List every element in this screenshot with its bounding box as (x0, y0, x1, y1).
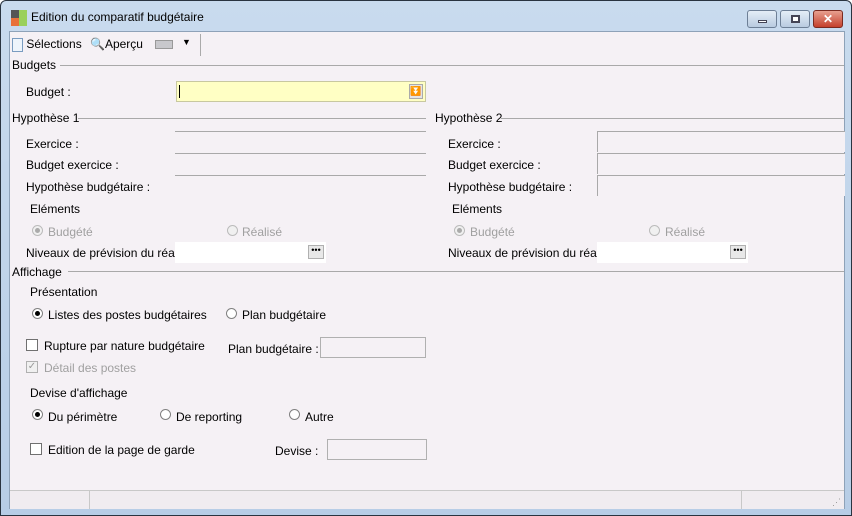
apercu-button[interactable]: 🔍Aperçu (90, 37, 143, 51)
detail-label: Détail des postes (44, 361, 137, 375)
h1-exercice-label: Exercice : (26, 137, 79, 151)
reporting-radio[interactable] (160, 409, 171, 420)
printer-icon (155, 40, 173, 49)
budgets-section-title: Budgets (12, 58, 57, 72)
divider (501, 118, 844, 119)
ellipsis-button[interactable]: ••• (308, 245, 324, 259)
close-button[interactable]: ✕ (813, 10, 843, 28)
resize-grip-icon[interactable]: ⋰ (744, 491, 844, 509)
reporting-label: De reporting (176, 410, 243, 424)
status-panel (90, 491, 742, 509)
h2-exercice-label: Exercice : (448, 137, 501, 151)
h1-niveaux-label: Niveaux de prévision du réalisé (26, 246, 193, 260)
ellipsis-button[interactable]: ••• (730, 245, 746, 259)
devise-field[interactable] (327, 439, 427, 460)
h1-realise-label: Réalisé (242, 225, 283, 239)
divider (68, 271, 844, 272)
page-garde-label: Edition de la page de garde (48, 443, 195, 457)
h2-niveaux-field[interactable]: ••• (597, 242, 748, 263)
h2-hypothese-label: Hypothèse budgétaire : (448, 180, 573, 194)
presentation-label: Présentation (30, 285, 98, 299)
detail-checkbox[interactable]: ✓ (26, 361, 38, 373)
h2-realise-label: Réalisé (665, 225, 706, 239)
status-bar: ⋰ (10, 490, 844, 509)
listes-label: Listes des postes budgétaires (48, 308, 207, 322)
autre-radio[interactable] (289, 409, 300, 420)
devise-section-label: Devise d'affichage (30, 386, 128, 400)
print-dropdown-icon[interactable]: ▼ (182, 37, 191, 47)
h2-exercice-field[interactable] (597, 131, 845, 152)
autre-label: Autre (305, 410, 334, 424)
plan-budgetaire-field[interactable] (320, 337, 426, 358)
app-logo-icon (11, 10, 27, 26)
h1-hypothese-label: Hypothèse budgétaire : (26, 180, 151, 194)
h2-budget-exercice-label: Budget exercice : (448, 158, 541, 172)
h1-budgete-label: Budgété (48, 225, 93, 239)
minimize-button[interactable] (747, 10, 777, 28)
listes-radio[interactable] (32, 308, 43, 319)
h1-elements-label: Eléments (30, 202, 81, 216)
devise-label: Devise : (275, 444, 319, 458)
window: Edition du comparatif budgétaire ✕ Sélec… (0, 0, 852, 516)
h2-budget-exercice-field[interactable] (597, 153, 845, 174)
window-title: Edition du comparatif budgétaire (31, 10, 204, 24)
double-chevron-down-icon[interactable]: ⏬ (409, 84, 423, 99)
rupture-label: Rupture par nature budgétaire (44, 339, 205, 353)
h1-budgete-radio[interactable] (32, 225, 43, 236)
rupture-checkbox[interactable] (26, 339, 38, 351)
h2-niveaux-label: Niveaux de prévision du réalisé (448, 246, 615, 260)
toolbar-separator (200, 34, 201, 56)
document-icon (12, 37, 23, 52)
h1-realise-radio[interactable] (227, 225, 238, 236)
divider (78, 118, 426, 119)
h1-budget-exercice-field[interactable] (175, 153, 426, 174)
selections-button[interactable]: Sélections (12, 37, 82, 52)
h2-budgete-radio[interactable] (454, 225, 465, 236)
plan-radio[interactable] (226, 308, 237, 319)
hypothese1-section-title: Hypothèse 1 (12, 111, 80, 125)
perimetre-label: Du périmètre (48, 410, 118, 424)
client-area: Sélections 🔍Aperçu ▼ Budgets Budget : ⏬ … (9, 31, 845, 509)
h1-niveaux-field[interactable]: ••• (175, 242, 326, 263)
print-button[interactable] (154, 36, 174, 52)
magnifier-icon: 🔍 (90, 37, 105, 51)
h1-exercice-field[interactable] (175, 131, 426, 152)
perimetre-radio[interactable] (32, 409, 43, 420)
plan-label: Plan budgétaire (242, 308, 327, 322)
h2-elements-label: Eléments (452, 202, 503, 216)
h1-budget-exercice-label: Budget exercice : (26, 158, 119, 172)
maximize-button[interactable] (780, 10, 810, 28)
h1-hypothese-field[interactable] (175, 175, 426, 196)
status-panel (10, 491, 90, 509)
hypothese2-section-title: Hypothèse 2 (435, 111, 503, 125)
h2-budgete-label: Budgété (470, 225, 515, 239)
plan-budgetaire-label: Plan budgétaire : (228, 342, 319, 356)
budget-label: Budget : (26, 85, 71, 99)
divider (60, 65, 844, 66)
affichage-section-title: Affichage (12, 265, 62, 279)
page-garde-checkbox[interactable] (30, 443, 42, 455)
h2-hypothese-field[interactable] (597, 175, 845, 196)
budget-combobox[interactable]: ⏬ (176, 81, 426, 102)
h2-realise-radio[interactable] (649, 225, 660, 236)
